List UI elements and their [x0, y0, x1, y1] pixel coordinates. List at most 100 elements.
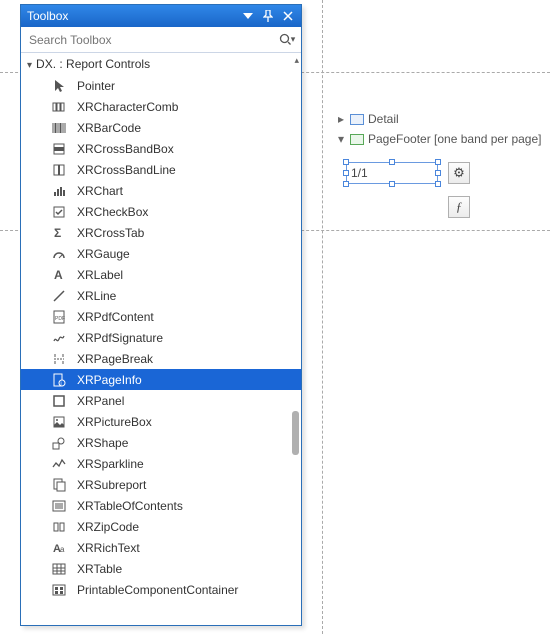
- toolbox-item-label: XRPanel: [77, 394, 301, 408]
- smart-tag-gear-button[interactable]: ⚙: [448, 162, 470, 184]
- resize-handle[interactable]: [435, 170, 441, 176]
- toolbox-category[interactable]: DX. : Report Controls: [21, 53, 301, 75]
- toolbox-item-label: XRPageInfo: [77, 373, 301, 387]
- toolbox-item-pageinfo[interactable]: i XRPageInfo: [21, 369, 301, 390]
- toolbox-item-label: XRChart: [77, 184, 301, 198]
- toolbox-item-label: XRCheckBox: [77, 205, 301, 219]
- toolbox-panel: Toolbox ▾ ▴ DX. : Report Controls Pointe…: [20, 4, 302, 626]
- toolbox-item-gauge[interactable]: XRGauge: [21, 243, 301, 264]
- resize-handle[interactable]: [343, 159, 349, 165]
- printable-icon: [51, 583, 67, 597]
- scrollbar-thumb[interactable]: [292, 411, 299, 455]
- toolbox-item-label: XRLabel: [77, 268, 301, 282]
- toolbox-item-label: XRPdfSignature: [77, 331, 301, 345]
- toolbox-item-table[interactable]: XRTable: [21, 558, 301, 579]
- toolbox-item-pointer[interactable]: Pointer: [21, 75, 301, 96]
- scroll-up-icon[interactable]: ▴: [294, 55, 299, 66]
- pdfcontent-icon: PDF: [51, 310, 67, 324]
- toolbox-item-label: XRZipCode: [77, 520, 301, 534]
- table-icon: [51, 562, 67, 576]
- crossbandbox-icon: [51, 142, 67, 156]
- checkbox-icon: [51, 205, 67, 219]
- toolbox-item-label: XRPictureBox: [77, 415, 301, 429]
- toolbox-item-label: PrintableComponentContainer: [77, 583, 301, 597]
- toolbox-item-charcomb[interactable]: XRCharacterComb: [21, 96, 301, 117]
- close-button[interactable]: [279, 8, 297, 24]
- line-icon: [51, 289, 67, 303]
- toolbox-item-subreport[interactable]: XRSubreport: [21, 474, 301, 495]
- toolbox-item-label: XRPageBreak: [77, 352, 301, 366]
- category-label: DX. : Report Controls: [36, 57, 150, 71]
- toolbox-item-sparkline[interactable]: XRSparkline: [21, 453, 301, 474]
- toolbox-item-line[interactable]: XRLine: [21, 285, 301, 306]
- toolbox-item-checkbox[interactable]: XRCheckBox: [21, 201, 301, 222]
- toolbox-item-pdfcontent[interactable]: PDF XRPdfContent: [21, 306, 301, 327]
- toolbox-item-label: XRCrossBandLine: [77, 163, 301, 177]
- collapse-icon: ▾: [336, 132, 346, 146]
- toolbox-item-chart[interactable]: XRChart: [21, 180, 301, 201]
- toolbox-titlebar[interactable]: Toolbox: [21, 5, 301, 27]
- toolbox-search: ▾: [21, 27, 301, 53]
- toolbox-item-label[interactable]: A XRLabel: [21, 264, 301, 285]
- toolbox-item-label: XRRichText: [77, 541, 301, 555]
- charcomb-icon: [51, 100, 67, 114]
- chevron-down-icon: [27, 57, 32, 71]
- toolbox-item-label: XRSparkline: [77, 457, 301, 471]
- toolbox-item-pagebreak[interactable]: XRPageBreak: [21, 348, 301, 369]
- pin-button[interactable]: [259, 8, 277, 24]
- resize-handle[interactable]: [343, 181, 349, 187]
- toolbox-item-picturebox[interactable]: XRPictureBox: [21, 411, 301, 432]
- svg-text:A: A: [54, 268, 63, 282]
- toolbox-item-zipcode[interactable]: XRZipCode: [21, 516, 301, 537]
- toolbox-item-label: XRPdfContent: [77, 310, 301, 324]
- svg-text:PDF: PDF: [55, 316, 65, 322]
- function-icon: ƒ: [456, 199, 463, 215]
- expand-icon: ▸: [336, 112, 346, 126]
- toc-icon: [51, 499, 67, 513]
- chart-icon: [51, 184, 67, 198]
- toolbox-item-label: Pointer: [77, 79, 301, 93]
- crosstab-icon: Σ: [51, 226, 67, 240]
- gauge-icon: [51, 247, 67, 261]
- svg-text:a: a: [60, 545, 65, 554]
- resize-handle[interactable]: [389, 181, 395, 187]
- pdfsignature-icon: [51, 331, 67, 345]
- toolbox-item-label: XRTable: [77, 562, 301, 576]
- picturebox-icon: [51, 415, 67, 429]
- toolbox-item-label: XRShape: [77, 436, 301, 450]
- barcode-icon: [51, 121, 67, 135]
- toolbox-item-richtext[interactable]: Aa XRRichText: [21, 537, 301, 558]
- toolbox-item-pdfsignature[interactable]: XRPdfSignature: [21, 327, 301, 348]
- pageinfo-text: 1/1: [351, 166, 368, 180]
- toolbox-item-panel[interactable]: XRPanel: [21, 390, 301, 411]
- toolbox-item-barcode[interactable]: XRBarCode: [21, 117, 301, 138]
- toolbox-item-label: XRTableOfContents: [77, 499, 301, 513]
- band-pagefooter[interactable]: ▾ PageFooter [one band per page]: [336, 130, 542, 148]
- pointer-icon: [51, 79, 67, 93]
- detail-band-icon: [350, 114, 364, 125]
- toolbox-item-toc[interactable]: XRTableOfContents: [21, 495, 301, 516]
- resize-handle[interactable]: [435, 181, 441, 187]
- toolbox-item-printable[interactable]: PrintableComponentContainer: [21, 579, 301, 600]
- resize-handle[interactable]: [389, 159, 395, 165]
- sparkline-icon: [51, 457, 67, 471]
- toolbox-item-crosstab[interactable]: Σ XRCrossTab: [21, 222, 301, 243]
- richtext-icon: Aa: [51, 541, 67, 555]
- svg-text:i: i: [61, 381, 62, 387]
- toolbox-item-crossbandline[interactable]: XRCrossBandLine: [21, 159, 301, 180]
- smart-tag-expression-button[interactable]: ƒ: [448, 196, 470, 218]
- toolbox-item-crossbandbox[interactable]: XRCrossBandBox: [21, 138, 301, 159]
- toolbox-item-label: XRCrossTab: [77, 226, 301, 240]
- toolbox-item-label: XRCharacterComb: [77, 100, 301, 114]
- resize-handle[interactable]: [343, 170, 349, 176]
- search-input[interactable]: [27, 32, 277, 48]
- window-menu-button[interactable]: [239, 8, 257, 24]
- pagebreak-icon: [51, 352, 67, 366]
- toolbox-title: Toolbox: [27, 9, 239, 23]
- search-icon[interactable]: ▾: [277, 33, 297, 47]
- resize-handle[interactable]: [435, 159, 441, 165]
- band-pagefooter-label: PageFooter [one band per page]: [368, 132, 541, 146]
- toolbox-item-label: XRBarCode: [77, 121, 301, 135]
- toolbox-item-shape[interactable]: XRShape: [21, 432, 301, 453]
- band-detail[interactable]: ▸ Detail: [336, 110, 542, 128]
